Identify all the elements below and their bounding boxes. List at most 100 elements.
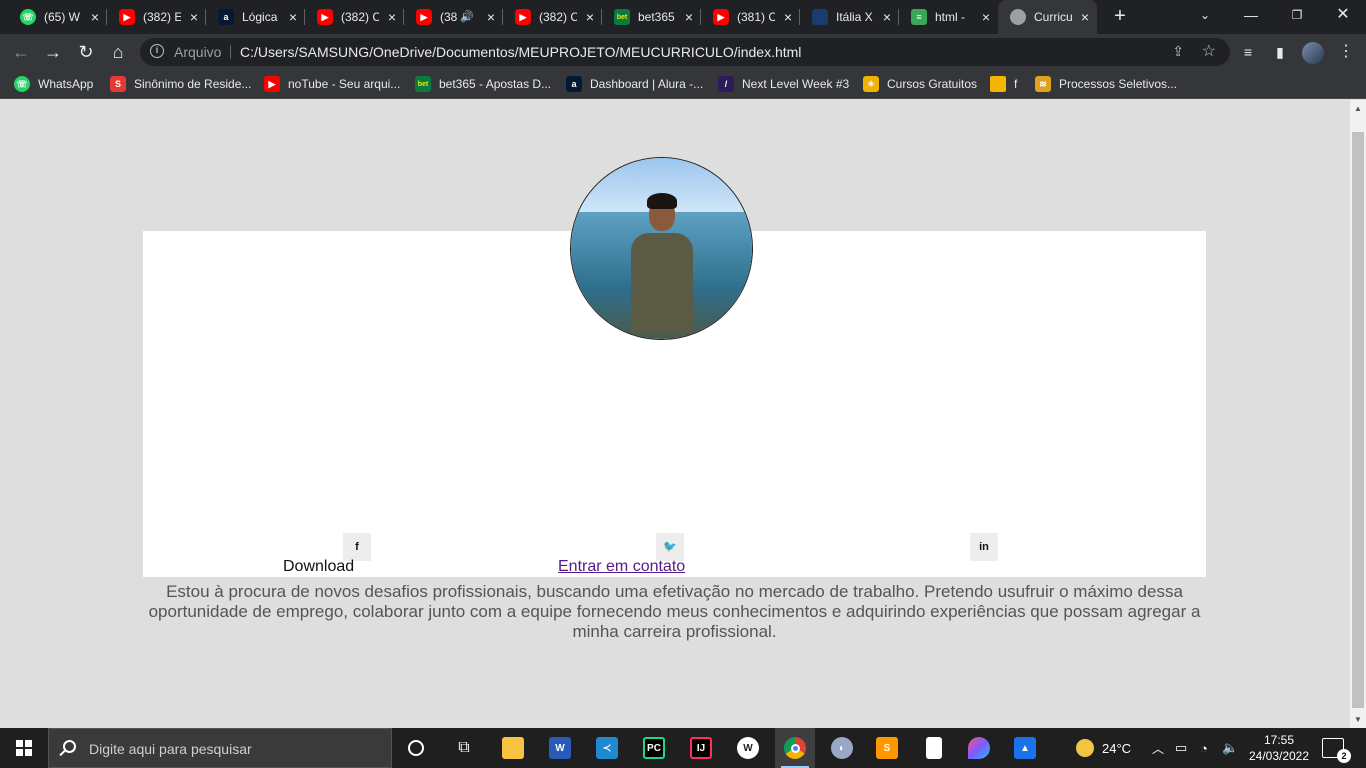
close-window-button[interactable]: ✕ <box>1320 0 1366 34</box>
tab-youtube-3[interactable]: ▶ (382) C × <box>503 0 602 34</box>
tab-italia[interactable]: Itália X × <box>800 0 899 34</box>
tab-alura[interactable]: a Lógica × <box>206 0 305 34</box>
bookmark-label: Dashboard | Alura -... <box>590 77 704 91</box>
cortana-button[interactable] <box>396 728 436 768</box>
back-button[interactable]: ← <box>9 40 33 64</box>
word-icon: W <box>549 737 571 759</box>
tab-youtube-2[interactable]: ▶ (382) C × <box>305 0 404 34</box>
new-tab-button[interactable]: + <box>1108 5 1132 28</box>
close-tab-icon[interactable]: × <box>91 9 99 25</box>
bookmark-folder-f[interactable]: f <box>990 75 1017 93</box>
close-tab-icon[interactable]: × <box>289 9 297 25</box>
tab-title: (38 <box>440 10 458 24</box>
media-controls-icon[interactable]: ≡ <box>1236 40 1260 64</box>
share-icon[interactable]: ⇪ <box>1172 43 1184 60</box>
tray-overflow-icon[interactable]: ︿ <box>1152 728 1164 768</box>
close-tab-icon[interactable]: × <box>883 9 891 25</box>
taskbar-file-explorer[interactable] <box>493 728 533 768</box>
speaker-icon[interactable]: 🔊 <box>460 10 474 23</box>
bookmark-star-icon[interactable]: ☆ <box>1202 41 1216 61</box>
close-tab-icon[interactable]: × <box>190 9 198 25</box>
info-icon[interactable]: i <box>150 44 164 58</box>
download-link[interactable]: Download <box>283 558 354 576</box>
address-bar[interactable]: i Arquivo C:/Users/SAMSUNG/OneDrive/Docu… <box>140 38 1230 66</box>
tab-bet365[interactable]: bet bet365 × <box>602 0 701 34</box>
notification-center-icon[interactable]: 2 <box>1322 738 1351 763</box>
bookmark-sinonimo[interactable]: S Sinônimo de Reside... <box>110 75 251 93</box>
scroll-up-icon[interactable]: ▲ <box>1353 104 1363 113</box>
youtube-icon: ▶ <box>264 76 280 92</box>
bookmark-notube[interactable]: ▶ noTube - Seu arqui... <box>264 75 400 93</box>
taskbar-search[interactable]: Digite aqui para pesquisar <box>48 728 392 768</box>
facebook-link[interactable]: f <box>343 533 371 561</box>
close-tab-icon[interactable]: × <box>1081 9 1089 25</box>
close-tab-icon[interactable]: × <box>487 9 495 25</box>
address-scheme: Arquivo <box>174 44 222 60</box>
bookmark-bet365[interactable]: bet bet365 - Apostas D... <box>415 75 551 93</box>
linkedin-link[interactable]: in <box>970 533 998 561</box>
bookmark-nlw[interactable]: / Next Level Week #3 <box>718 75 849 93</box>
volume-icon[interactable]: 🔈 <box>1222 728 1238 768</box>
bookmark-cursos[interactable]: ✶ Cursos Gratuitos <box>863 75 977 93</box>
taskbar-photos[interactable]: ▲ <box>1005 728 1045 768</box>
taskbar-word[interactable]: W <box>540 728 580 768</box>
media-icon: ◐ <box>831 737 853 759</box>
tab-youtube-audio[interactable]: ▶ (38 🔊 × <box>404 0 503 34</box>
page-scrollbar[interactable]: ▲ ▼ <box>1350 100 1366 728</box>
taskbar-app-w[interactable]: W <box>728 728 768 768</box>
tab-title: (382) C <box>539 10 577 24</box>
minimize-button[interactable]: — <box>1228 0 1274 34</box>
taskbar-sublime[interactable]: S <box>867 728 907 768</box>
twitter-link[interactable]: 🐦 <box>656 533 684 561</box>
clock-time: 17:55 <box>1263 733 1295 747</box>
tab-whatsapp[interactable]: ☏ (65) W × <box>8 0 107 34</box>
scrollbar-thumb[interactable] <box>1352 132 1364 708</box>
menu-icon[interactable]: ⋮ <box>1334 40 1358 64</box>
restore-button[interactable]: ❐ <box>1274 0 1320 34</box>
nlw-icon: / <box>718 76 734 92</box>
tab-youtube-4[interactable]: ▶ (381) C × <box>701 0 800 34</box>
start-button[interactable] <box>0 728 48 768</box>
tab-search-button[interactable]: ⌄ <box>1182 0 1228 34</box>
bookmark-label: WhatsApp <box>38 77 94 91</box>
close-tab-icon[interactable]: × <box>586 9 594 25</box>
contact-link[interactable]: Entrar em contato <box>558 558 685 576</box>
battery-icon[interactable]: ▭ <box>1175 728 1187 768</box>
taskbar-pycharm[interactable]: PC <box>634 728 674 768</box>
tab-youtube-1[interactable]: ▶ (382) E × <box>107 0 206 34</box>
address-url[interactable]: C:/Users/SAMSUNG/OneDrive/Documentos/MEU… <box>240 44 801 60</box>
close-tab-icon[interactable]: × <box>685 9 693 25</box>
forward-button[interactable]: → <box>41 40 65 64</box>
reload-button[interactable]: ↻ <box>74 40 98 64</box>
profile-avatar[interactable] <box>1302 42 1324 64</box>
taskbar-notepad[interactable] <box>914 728 954 768</box>
bookmark-processos[interactable]: ≋ Processos Seletivos... <box>1035 75 1177 93</box>
side-panel-icon[interactable]: ▮ <box>1268 40 1292 64</box>
bookmark-whatsapp[interactable]: ☏ WhatsApp <box>14 75 93 93</box>
notification-count: 2 <box>1337 749 1351 763</box>
weather-widget[interactable]: 24°C <box>1076 728 1131 768</box>
wifi-icon[interactable]: ◔ <box>1200 728 1208 768</box>
folder-icon <box>502 737 524 759</box>
weather-temp: 24°C <box>1102 740 1132 756</box>
taskbar-paint[interactable] <box>959 728 999 768</box>
taskbar-media[interactable]: ◐ <box>822 728 862 768</box>
taskbar-chrome[interactable] <box>775 728 815 768</box>
close-tab-icon[interactable]: × <box>388 9 396 25</box>
windows-taskbar: Digite aqui para pesquisar ⧉ W ≺ PC IJ W… <box>0 728 1366 768</box>
facebook-icon: f <box>355 541 359 553</box>
bookmark-alura[interactable]: a Dashboard | Alura -... <box>566 75 703 93</box>
home-button[interactable]: ⌂ <box>106 40 130 64</box>
close-tab-icon[interactable]: × <box>784 9 792 25</box>
tab-html[interactable]: ≡ html - × <box>899 0 998 34</box>
windows-logo-icon <box>16 740 32 756</box>
tab-curriculo[interactable]: Curricu × <box>998 0 1097 34</box>
bookmark-label: Sinônimo de Reside... <box>134 77 252 91</box>
task-view-button[interactable]: ⧉ <box>444 728 484 768</box>
taskbar-vscode[interactable]: ≺ <box>587 728 627 768</box>
close-tab-icon[interactable]: × <box>982 9 990 25</box>
taskbar-intellij[interactable]: IJ <box>681 728 721 768</box>
taskbar-clock[interactable]: 17:55 24/03/2022 <box>1246 732 1312 764</box>
scroll-down-icon[interactable]: ▼ <box>1353 715 1363 724</box>
bookmark-label: f <box>1014 77 1018 91</box>
